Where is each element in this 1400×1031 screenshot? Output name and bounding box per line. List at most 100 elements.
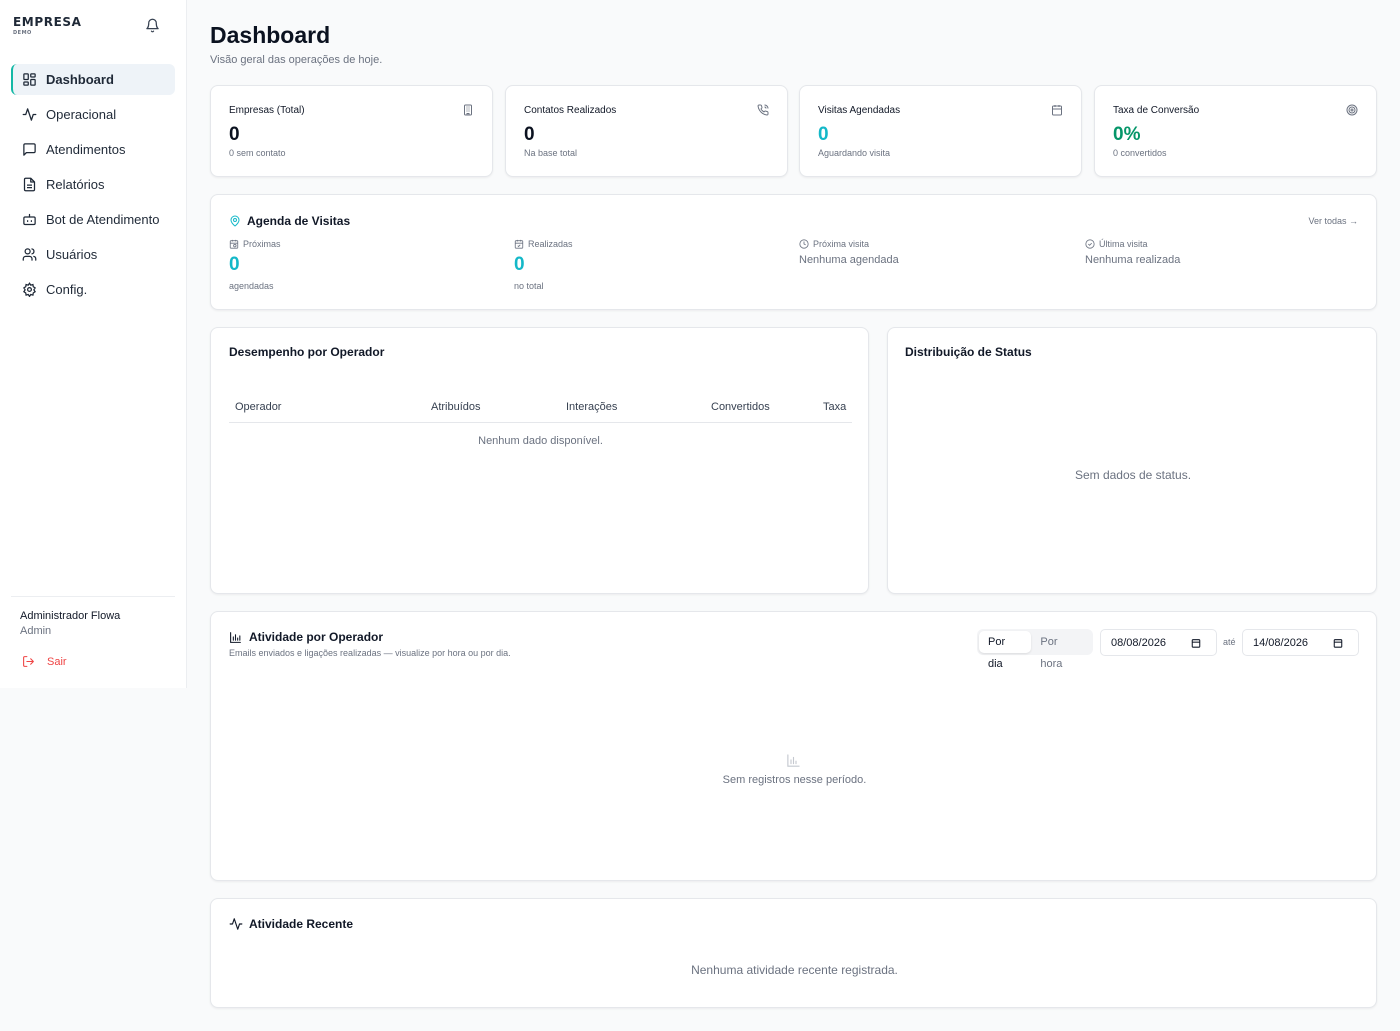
activity-icon [22, 107, 37, 122]
bot-icon [22, 212, 37, 227]
date-from-value: 08/08/2026 [1111, 636, 1167, 649]
stat-value: 0 [524, 124, 535, 145]
logout-label: Sair [47, 655, 67, 668]
agenda-col-label: Realizadas [514, 239, 573, 249]
users-icon [22, 247, 37, 262]
por-dia-button[interactable]: Por dia [979, 631, 1032, 670]
calendar-check-icon [514, 239, 524, 249]
recente-card: Atividade Recente Nenhuma atividade rece… [210, 898, 1377, 1008]
col-taxa[interactable]: Taxa [823, 401, 846, 413]
sidebar-item-bot[interactable]: Bot de Atendimento [11, 204, 175, 235]
atividade-title: Atividade por Operador [249, 630, 384, 644]
stat-card-empresas: Empresas (Total) 0 0 sem contato [210, 85, 493, 177]
agenda-proxima-visita: Próxima visita Nenhuma agendada [799, 239, 899, 266]
brand-logo[interactable]: EMPRESA DEMO [13, 15, 82, 36]
agenda-title: Agenda de Visitas [247, 214, 351, 228]
sidebar-item-label: Atendimentos [46, 142, 126, 157]
stat-label: Taxa de Conversão [1113, 105, 1200, 116]
sidebar-item-label: Config. [46, 282, 88, 297]
stat-value: 0 [229, 124, 240, 145]
stat-value: 0% [1113, 124, 1141, 145]
atividade-card: Atividade por Operador Emails enviados e… [210, 611, 1377, 881]
stat-label: Visitas Agendadas [818, 105, 901, 116]
date-from-input[interactable]: 08/08/2026 [1100, 629, 1217, 656]
realizadas-sub: no total [514, 281, 544, 291]
sidebar-item-usuarios[interactable]: Usuários [11, 239, 175, 270]
desempenho-title: Desempenho por Operador [229, 345, 385, 359]
date-to-input[interactable]: 14/08/2026 [1242, 629, 1359, 656]
sidebar-item-atendimentos[interactable]: Atendimentos [11, 134, 175, 165]
realizadas-value: 0 [514, 254, 525, 275]
target-icon [1346, 104, 1358, 116]
agenda-ultima-visita: Última visita Nenhuma realizada [1085, 239, 1180, 266]
sidebar-item-label: Bot de Atendimento [46, 212, 160, 227]
activity-icon [229, 917, 243, 931]
desempenho-empty: Nenhum dado disponível. [478, 435, 603, 447]
logout-icon [22, 655, 35, 668]
check-circle-icon [1085, 239, 1095, 249]
stat-sub: 0 convertidos [1113, 148, 1167, 158]
brand-sub: DEMO [13, 30, 32, 36]
ultima-visita-value: Nenhuma realizada [1085, 254, 1181, 266]
agenda-card: Agenda de Visitas Ver todas → Próximas 0… [210, 194, 1377, 310]
sidebar-item-config[interactable]: Config. [11, 274, 175, 305]
stat-sub: Na base total [524, 148, 578, 158]
calendar-icon[interactable] [1333, 638, 1343, 648]
agenda-realizadas: Realizadas 0 no total [514, 239, 573, 291]
sidebar-item-dashboard[interactable]: Dashboard [11, 64, 175, 95]
stat-card-conversao: Taxa de Conversão 0% 0 convertidos [1094, 85, 1377, 177]
brand-name: EMPRESA [13, 15, 82, 29]
proximas-value: 0 [229, 254, 240, 275]
building-icon [462, 104, 474, 116]
stat-card-contatos: Contatos Realizados 0 Na base total [505, 85, 788, 177]
logout-button[interactable]: Sair [22, 655, 67, 668]
col-operador[interactable]: Operador [235, 401, 281, 413]
stat-label: Empresas (Total) [229, 105, 305, 116]
user-name: Administrador Flowa [20, 610, 121, 622]
col-convertidos[interactable]: Convertidos [711, 401, 770, 413]
sidebar-item-label: Relatórios [46, 177, 105, 192]
table-header-divider [229, 422, 852, 423]
proximas-sub: agendadas [229, 281, 274, 291]
sidebar-item-label: Operacional [46, 107, 117, 122]
status-empty: Sem dados de status. [1074, 468, 1192, 482]
stat-sub: Aguardando visita [818, 148, 891, 158]
recente-title: Atividade Recente [249, 917, 354, 931]
stat-value: 0 [818, 124, 829, 145]
ver-todas-link[interactable]: Ver todas → [1308, 216, 1358, 226]
agenda-col-label: Próximas [229, 239, 281, 249]
date-to-value: 14/08/2026 [1253, 636, 1309, 649]
col-interacoes[interactable]: Interações [566, 401, 617, 413]
page-title: Dashboard [210, 22, 331, 48]
map-pin-icon [229, 215, 241, 227]
proximas-label: Próximas [243, 239, 281, 249]
por-hora-button[interactable]: Por hora [1031, 631, 1091, 670]
empty-chart-icon [786, 753, 801, 768]
atividade-subtitle: Emails enviados e ligações realizadas — … [229, 648, 511, 658]
sidebar-item-relatorios[interactable]: Relatórios [11, 169, 175, 200]
file-text-icon [22, 177, 37, 192]
sidebar-item-operacional[interactable]: Operacional [11, 99, 175, 130]
stat-sub: 0 sem contato [229, 148, 286, 158]
divider [11, 596, 175, 597]
grid-icon [22, 72, 37, 87]
agenda-proximas: Próximas 0 agendadas [229, 239, 281, 291]
ultima-visita-label: Última visita [1099, 239, 1148, 249]
stat-card-visitas: Visitas Agendadas 0 Aguardando visita [799, 85, 1082, 177]
page-subtitle: Visão geral das operações de hoje. [210, 54, 383, 66]
desempenho-card: Desempenho por Operador Operador Atribuí… [210, 327, 869, 594]
message-square-icon [22, 142, 37, 157]
calendar-clock-icon [229, 239, 239, 249]
date-separator: até [1223, 637, 1236, 647]
status-card: Distribuição de Status Sem dados de stat… [887, 327, 1377, 594]
sidebar-item-label: Usuários [46, 247, 98, 262]
phone-icon [757, 104, 769, 116]
bell-icon[interactable] [145, 18, 160, 33]
period-toggle: Por dia Por hora [977, 629, 1093, 670]
calendar-icon[interactable] [1191, 638, 1201, 648]
bar-chart-icon [229, 631, 242, 644]
status-title: Distribuição de Status [905, 345, 1032, 359]
col-atribuidos[interactable]: Atribuídos [431, 401, 481, 413]
agenda-col-label: Próxima visita [799, 239, 899, 249]
sidebar: EMPRESA DEMO Dashboard Operacional Atend… [0, 0, 187, 688]
